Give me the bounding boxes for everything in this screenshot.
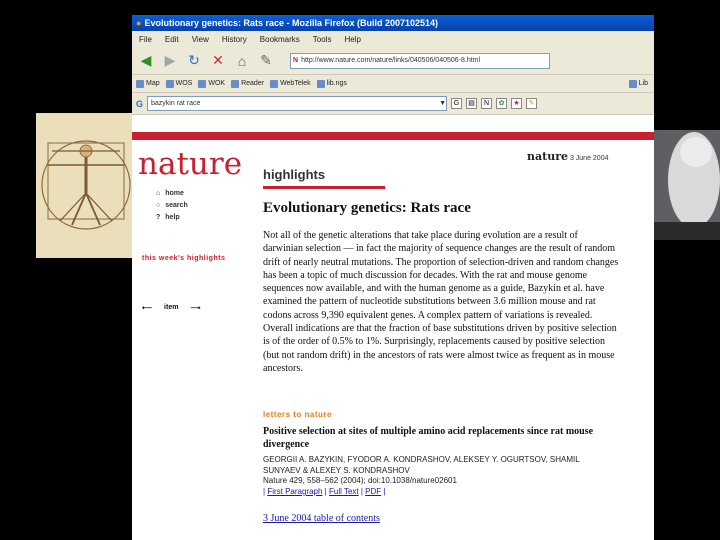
menu-view[interactable]: View <box>192 35 209 44</box>
search-toolbar: G bazykin rat race ▼ G ▤ N ✿ ★ ✎ <box>132 93 654 115</box>
nav-help[interactable]: ? help <box>156 212 188 224</box>
news-icon[interactable]: N <box>481 98 493 109</box>
bookmark-star-icon[interactable]: ★ <box>511 98 523 109</box>
address-bar[interactable]: N http://www.nature.com/nature/links/040… <box>290 52 550 69</box>
search-icon: ○ <box>156 202 161 209</box>
bookmark-reader[interactable]: Reader <box>231 79 265 88</box>
page-icon[interactable]: ▤ <box>466 98 478 109</box>
rat-photo <box>654 130 720 240</box>
bookmark-libngs[interactable]: lib.ngs <box>316 79 347 88</box>
bookmark-label: lib.ngs <box>326 80 347 87</box>
nav-search-label: search <box>165 202 188 209</box>
forward-arrow-icon[interactable]: ▶ <box>160 51 180 71</box>
address-text: http://www.nature.com/nature/links/04050… <box>301 57 481 64</box>
bookmark-icon <box>270 79 279 88</box>
menu-file[interactable]: File <box>139 35 152 44</box>
full-text-link[interactable]: Full Text <box>329 487 359 496</box>
pdf-link[interactable]: PDF <box>365 487 381 496</box>
highlight-icon[interactable]: ✎ <box>526 98 538 109</box>
menu-edit[interactable]: Edit <box>165 35 179 44</box>
next-arrow-icon[interactable]: ⟶ <box>190 304 200 312</box>
bookmark-label: WebTelek <box>280 80 311 87</box>
letters-to-nature-label: letters to nature <box>263 410 332 419</box>
stop-icon[interactable]: ✕ <box>208 51 228 71</box>
nav-search[interactable]: ○ search <box>156 200 188 212</box>
search-go-icon[interactable]: G <box>451 98 463 109</box>
bookmark-wos[interactable]: WOS <box>165 79 193 88</box>
window-title: Evolutionary genetics: Rats race - Mozil… <box>144 18 439 28</box>
help-icon: ? <box>156 214 161 221</box>
menu-bar: File Edit View History Bookmarks Tools H… <box>132 31 654 47</box>
bookmark-icon <box>136 79 144 88</box>
firefox-icon: ● <box>136 18 142 28</box>
article-headline: Evolutionary genetics: Rats race <box>263 200 471 216</box>
nav-help-label: help <box>165 214 180 221</box>
home-icon[interactable]: ⌂ <box>232 51 252 71</box>
bookmark-label: Reader <box>241 80 265 87</box>
menu-help[interactable]: Help <box>344 35 360 44</box>
search-input[interactable]: bazykin rat race ▼ <box>147 96 448 111</box>
week-highlights-link[interactable]: this week's highlights <box>142 255 225 262</box>
toc-link[interactable]: 3 June 2004 table of contents <box>263 513 380 524</box>
issue-info: nature 3 June 2004 <box>527 150 609 163</box>
bookmark-webtelek[interactable]: WebTelek <box>270 79 311 88</box>
title-bar: ● Evolutionary genetics: Rats race - Moz… <box>132 15 654 31</box>
first-paragraph-link[interactable]: First Paragraph <box>267 487 322 496</box>
side-nav: ⌂ home ○ search ? help <box>156 188 188 224</box>
home-icon: ⌂ <box>156 190 161 197</box>
nav-home[interactable]: ⌂ home <box>156 188 188 200</box>
section-title: highlights <box>263 167 326 182</box>
paper-title: Positive selection at sites of multiple … <box>263 426 594 450</box>
nav-home-label: home <box>165 190 184 197</box>
page-content: nature nature 3 June 2004 ⌂ home ○ search … <box>132 132 654 540</box>
menu-history[interactable]: History <box>222 35 247 44</box>
paper-citation: Nature 429, 558–562 (2004); doi:10.1038/… <box>263 476 457 485</box>
bookmark-icon <box>316 79 325 88</box>
search-input-value: bazykin rat race <box>151 100 201 107</box>
google-icon[interactable]: G <box>136 99 143 109</box>
bookmark-label: Map <box>146 80 160 87</box>
header-red-bar <box>132 132 654 140</box>
item-navigation: ⟵ item ⟶ <box>142 304 201 312</box>
bookmark-label: Lib <box>638 80 648 87</box>
nature-logo[interactable]: nature <box>138 146 242 182</box>
paper-links: | First Paragraph | Full Text | PDF | <box>263 487 386 496</box>
bookmark-label: WOK <box>208 80 226 87</box>
menu-tools[interactable]: Tools <box>313 35 332 44</box>
bookmark-icon <box>165 79 174 88</box>
issue-brand: nature <box>527 150 568 163</box>
menu-bookmarks[interactable]: Bookmarks <box>260 35 300 44</box>
bookmark-icon <box>198 79 207 88</box>
navigation-toolbar: ◀ ▶ ↻ ✕ ⌂ ✎ N http://www.nature.com/natu… <box>132 47 654 75</box>
site-favicon-icon: N <box>293 57 299 64</box>
issue-date: 3 June 2004 <box>569 155 609 162</box>
bookmark-map[interactable]: Map <box>136 79 160 88</box>
bookmark-lib[interactable]: Lib <box>628 79 648 88</box>
reload-icon[interactable]: ↻ <box>184 51 204 71</box>
item-label: item <box>164 304 179 311</box>
paper-authors: GEORGII A. BAZYKIN, FYODOR A. KONDRASHOV… <box>263 455 580 475</box>
pencil-icon[interactable]: ✎ <box>256 51 276 71</box>
prev-arrow-icon[interactable]: ⟵ <box>142 304 152 312</box>
chevron-down-icon[interactable]: ▼ <box>439 100 446 107</box>
bookmark-icon <box>628 79 637 88</box>
clover-icon[interactable]: ✿ <box>496 98 508 109</box>
back-arrow-icon[interactable]: ◀ <box>136 51 156 71</box>
vitruvian-man-image <box>36 113 136 258</box>
article-body: Not all of the genetic alterations that … <box>263 230 619 374</box>
bookmarks-toolbar: Map WOS WOK Reader WebTelek lib.ngs Lib <box>132 75 654 93</box>
bookmark-icon <box>231 79 240 88</box>
bookmark-label: WOS <box>175 80 193 87</box>
section-rule <box>263 186 385 189</box>
bookmark-wok[interactable]: WOK <box>198 79 226 88</box>
browser-window: ● Evolutionary genetics: Rats race - Moz… <box>132 15 654 540</box>
